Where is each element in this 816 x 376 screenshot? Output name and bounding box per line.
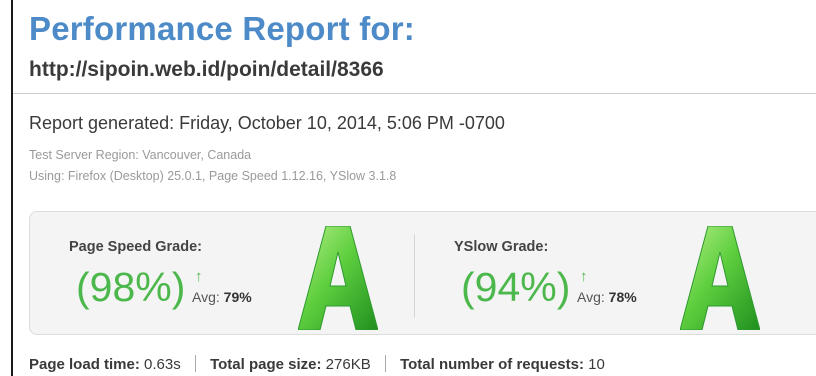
test-browser-info: Using: Firefox (Desktop) 25.0.1, Page Sp… bbox=[29, 169, 397, 183]
page-size-value: 276KB bbox=[325, 356, 371, 373]
pagespeed-avg-label: Avg: bbox=[192, 289, 220, 305]
page-title: Performance Report for: bbox=[29, 10, 416, 47]
report-url: http://sipoin.web.id/poin/detail/8366 bbox=[29, 58, 384, 81]
test-server-region: Test Server Region: Vancouver, Canada bbox=[29, 148, 252, 162]
yslow-grade-letter-icon bbox=[680, 226, 760, 330]
load-time-label: Page load time: bbox=[29, 356, 140, 373]
yslow-avg-value: 78% bbox=[608, 289, 637, 305]
yslow-grade-percent: (94%) bbox=[461, 264, 571, 310]
header-divider bbox=[13, 93, 816, 94]
pagespeed-grade-percent: (98%) bbox=[76, 264, 186, 310]
requests-value: 10 bbox=[588, 356, 605, 373]
pagespeed-grade-letter-icon bbox=[298, 226, 378, 330]
stats-separator bbox=[194, 355, 196, 372]
requests-label: Total number of requests: bbox=[400, 356, 584, 373]
page-size-label: Total page size: bbox=[210, 356, 322, 373]
pagespeed-avg: Avg: 79% bbox=[192, 289, 252, 305]
yslow-grade-label: YSlow Grade: bbox=[454, 239, 549, 255]
report-generated: Report generated: Friday, October 10, 20… bbox=[29, 113, 505, 133]
stats-separator bbox=[384, 355, 386, 372]
pagespeed-grade-label: Page Speed Grade: bbox=[69, 239, 202, 255]
yslow-avg-label: Avg: bbox=[577, 289, 605, 305]
load-time-value: 0.63s bbox=[144, 356, 181, 373]
grades-panel: Page Speed Grade: (98%) ↑ Avg: 79% YSlow… bbox=[29, 211, 816, 335]
arrow-up-icon: ↑ bbox=[195, 268, 203, 285]
grades-divider bbox=[414, 234, 415, 318]
yslow-avg: Avg: 78% bbox=[577, 289, 637, 305]
summary-stats: Page load time: 0.63s Total page size: 2… bbox=[29, 355, 605, 373]
pagespeed-avg-value: 79% bbox=[223, 289, 252, 305]
arrow-up-icon: ↑ bbox=[580, 268, 588, 285]
